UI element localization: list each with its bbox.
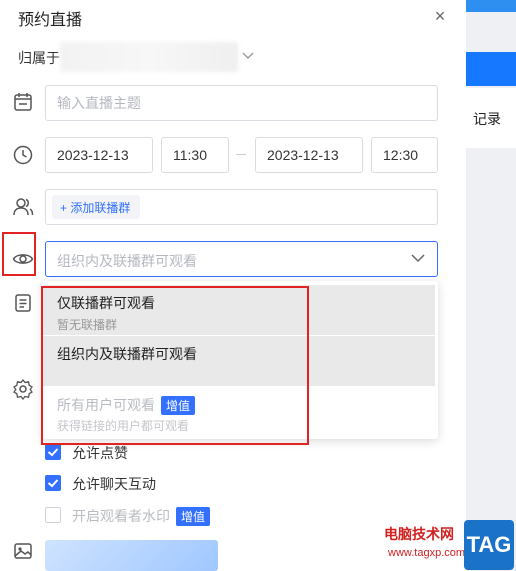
- close-icon[interactable]: ×: [430, 6, 450, 26]
- start-date-value: 2023-12-13: [57, 147, 129, 163]
- users-icon: [13, 198, 34, 216]
- topic-input[interactable]: 输入直播主题: [45, 85, 438, 121]
- owner-label: 归属于: [18, 50, 60, 66]
- background-record-label: 记录: [473, 111, 501, 127]
- add-co-stream-group-label: + 添加联播群: [60, 201, 131, 215]
- watermark-value-added-badge: 增值: [176, 507, 211, 526]
- add-co-stream-group-button[interactable]: + 添加联播群: [52, 195, 140, 219]
- dialog-title: 预约直播: [18, 12, 83, 29]
- end-date-field[interactable]: 2023-12-13: [255, 137, 363, 173]
- visibility-select[interactable]: 组织内及联播群可观看: [45, 241, 438, 277]
- document-icon: [15, 294, 31, 312]
- clock-icon: [13, 145, 33, 165]
- calendar-icon: [14, 93, 32, 111]
- allow-likes-label: 允许点赞: [72, 445, 128, 461]
- site-watermark: 电脑技术网 www.tagxp.com TAG: [384, 520, 516, 571]
- allow-chat-label: 允许聊天互动: [72, 476, 156, 492]
- watermark-label: 开启观看者水印 增值: [72, 506, 211, 526]
- watermark-label-text: 开启观看者水印: [72, 508, 170, 524]
- chevron-down-icon[interactable]: [242, 52, 254, 60]
- gear-icon: [13, 378, 33, 400]
- chevron-down-icon: [411, 254, 425, 263]
- visibility-select-value: 组织内及联播群可观看: [57, 253, 197, 269]
- image-icon: [14, 543, 32, 559]
- end-date-value: 2023-12-13: [267, 147, 339, 163]
- watermark-url: www.tagxp.com: [388, 547, 466, 559]
- check-icon: [47, 448, 59, 457]
- allow-chat-checkbox[interactable]: [45, 475, 61, 491]
- check-icon: [47, 479, 59, 488]
- eye-icon-highlight-box: [2, 232, 36, 276]
- end-time-value: 12:30: [383, 147, 419, 163]
- end-time-field[interactable]: 12:30: [371, 137, 438, 173]
- topic-placeholder: 输入直播主题: [57, 95, 141, 111]
- background-header: [466, 0, 516, 12]
- background-button: [466, 52, 516, 86]
- start-time-value: 11:30: [173, 147, 207, 163]
- allow-likes-checkbox[interactable]: [45, 444, 61, 460]
- start-date-field[interactable]: 2023-12-13: [45, 137, 153, 173]
- start-time-field[interactable]: 11:30: [161, 137, 229, 173]
- cover-image-thumbnail[interactable]: [45, 540, 218, 571]
- watermark-site-name: 电脑技术网: [384, 526, 454, 542]
- owner-value-blurred[interactable]: [60, 42, 238, 72]
- watermark-logo: TAG: [464, 520, 514, 570]
- time-range-separator: [236, 154, 246, 155]
- watermark-checkbox: [45, 507, 61, 523]
- dropdown-highlight-box: [41, 286, 309, 445]
